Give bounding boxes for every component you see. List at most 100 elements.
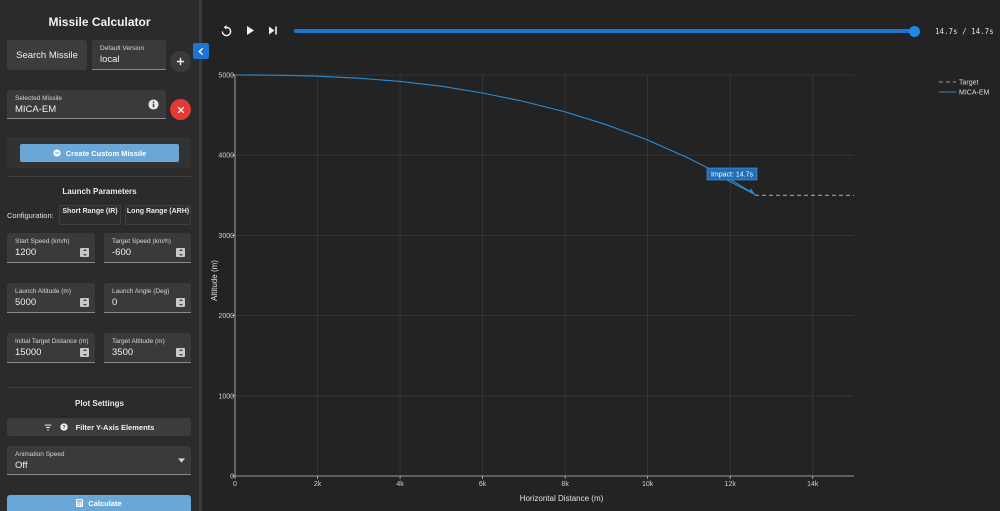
help-icon: ?	[59, 423, 68, 431]
target-speed-field[interactable]: Target Speed (km/h) -600	[104, 233, 191, 263]
missile-series-line	[234, 74, 756, 195]
configuration-label: Configuration:	[7, 211, 54, 220]
legend-label: Target	[959, 80, 979, 87]
start-speed-label: Start Speed (km/h)	[15, 238, 70, 245]
search-missile-button[interactable]: Search Missile	[7, 40, 87, 70]
legend-label: MICA-EM	[959, 90, 990, 97]
animation-speed-value: Off	[15, 460, 28, 471]
minus-circle-icon	[53, 149, 61, 157]
default-version-label: Default Version	[100, 45, 145, 52]
config-short-range-label: Short Range (IR)	[62, 208, 118, 215]
info-icon[interactable]	[148, 99, 159, 110]
y-tick-label: 1000	[218, 393, 234, 400]
target-distance-stepper[interactable]	[80, 348, 89, 357]
play-icon	[247, 26, 254, 35]
filter-y-axis-label: Filter Y-Axis Elements	[75, 422, 155, 432]
launch-altitude-label: Launch Altitude (m)	[15, 288, 72, 295]
config-long-range-button[interactable]: Long Range (ARH)	[125, 205, 191, 225]
add-icon	[176, 57, 185, 66]
x-tick-label: 6k	[479, 481, 487, 488]
chart-legend[interactable]: Target MICA-EM	[939, 80, 990, 97]
start-speed-field[interactable]: Start Speed (km/h) 1200	[7, 233, 95, 263]
y-axis-title: Altitude (m)	[210, 260, 219, 301]
target-altitude-field[interactable]: Target Altitude (m) 3500	[104, 333, 191, 363]
filter-y-axis-button[interactable]: ? Filter Y-Axis Elements	[7, 418, 191, 436]
y-tick-label: 0	[230, 474, 234, 481]
divider	[7, 176, 191, 177]
skip-end-icon	[269, 26, 277, 35]
time-readout: 14.7s / 14.7s	[935, 27, 994, 36]
target-speed-value: -600	[112, 247, 132, 258]
x-axis-title: Horizontal Distance (m)	[520, 494, 604, 503]
launch-angle-label: Launch Angle (Deg)	[112, 288, 170, 295]
x-tick-label: 0	[233, 481, 237, 488]
target-distance-field[interactable]: Initial Target Distance (m) 15000	[7, 333, 95, 363]
chevron-left-icon	[198, 47, 204, 55]
target-distance-label: Initial Target Distance (m)	[15, 338, 89, 345]
filter-icon	[44, 424, 51, 430]
launch-angle-value: 0	[112, 297, 118, 308]
target-distance-value: 15000	[15, 347, 42, 358]
calculate-button[interactable]: Calculate	[7, 495, 191, 511]
chart-axes: 0 2k 4k 6k 8k 10k 12k 14k 0 1000 2000 3000 4000 5000 H…	[210, 73, 854, 503]
launch-parameters-title: Launch Parameters	[62, 187, 137, 196]
chart-grid	[234, 74, 854, 477]
animation-speed-select[interactable]: Animation Speed Off	[7, 446, 191, 475]
close-icon	[177, 106, 184, 113]
timeline-slider-thumb[interactable]	[909, 26, 920, 37]
selected-missile-value: MICA-EM	[15, 104, 57, 115]
x-tick-label: 2k	[314, 481, 322, 488]
x-tick-label: 14k	[807, 481, 819, 488]
chart-series	[234, 74, 854, 196]
calculator-icon	[76, 499, 84, 507]
selected-missile-label: Selected Missile	[15, 95, 62, 102]
animation-speed-label: Animation Speed	[15, 451, 65, 458]
calculate-label: Calculate	[88, 499, 122, 508]
replay-icon	[221, 25, 232, 37]
launch-angle-stepper[interactable]	[176, 298, 185, 307]
target-altitude-stepper[interactable]	[176, 348, 185, 357]
plot-settings-title: Plot Settings	[75, 399, 124, 408]
target-speed-stepper[interactable]	[176, 248, 185, 257]
chevron-down-icon	[178, 458, 185, 463]
remove-missile-button[interactable]	[170, 99, 191, 120]
target-altitude-value: 3500	[112, 347, 134, 358]
selected-missile-field[interactable]: Selected Missile MICA-EM	[7, 90, 166, 119]
replay-button[interactable]	[221, 25, 232, 40]
create-custom-missile-button[interactable]: Create Custom Missile	[20, 144, 179, 162]
x-tick-label: 12k	[725, 481, 737, 488]
y-tick-label: 3000	[218, 233, 234, 240]
svg-text:?: ?	[62, 425, 66, 431]
x-tick-label: 10k	[642, 481, 654, 488]
annotation-text: Impact: 14.7s	[711, 172, 754, 179]
play-button[interactable]	[246, 25, 255, 39]
skip-to-end-button[interactable]	[268, 25, 278, 39]
y-tick-label: 2000	[218, 313, 234, 320]
target-speed-label: Target Speed (km/h)	[112, 238, 171, 245]
launch-altitude-value: 5000	[15, 297, 37, 308]
annotation-arrow-head	[748, 188, 755, 195]
search-missile-label: Search Missile	[16, 49, 78, 61]
launch-angle-field[interactable]: Launch Angle (Deg) 0	[104, 283, 191, 313]
launch-altitude-field[interactable]: Launch Altitude (m) 5000	[7, 283, 95, 313]
launch-altitude-stepper[interactable]	[80, 298, 89, 307]
app-title: Missile Calculator	[48, 15, 151, 29]
collapse-sidebar-button[interactable]	[193, 43, 209, 59]
timeline-slider-track[interactable]	[294, 29, 916, 33]
start-speed-stepper[interactable]	[80, 248, 89, 257]
x-tick-label: 8k	[561, 481, 569, 488]
target-altitude-label: Target Altitude (m)	[112, 338, 165, 345]
config-long-range-label: Long Range (ARH)	[126, 208, 190, 215]
y-tick-label: 4000	[218, 153, 234, 160]
divider	[7, 387, 191, 388]
default-version-field[interactable]: Default Version local	[92, 40, 166, 70]
x-tick-label: 4k	[396, 481, 404, 488]
create-custom-missile-label: Create Custom Missile	[65, 148, 147, 158]
sidebar: Missile Calculator Search Missile Defaul…	[0, 0, 199, 511]
start-speed-value: 1200	[15, 247, 37, 258]
trajectory-chart: 0 2k 4k 6k 8k 10k 12k 14k 0 1000 2000 3000 4000 5000 H…	[210, 73, 990, 504]
add-version-button[interactable]	[170, 51, 191, 72]
y-tick-label: 5000	[218, 73, 234, 80]
config-short-range-button[interactable]: Short Range (IR)	[59, 205, 121, 225]
default-version-value: local	[100, 54, 120, 65]
